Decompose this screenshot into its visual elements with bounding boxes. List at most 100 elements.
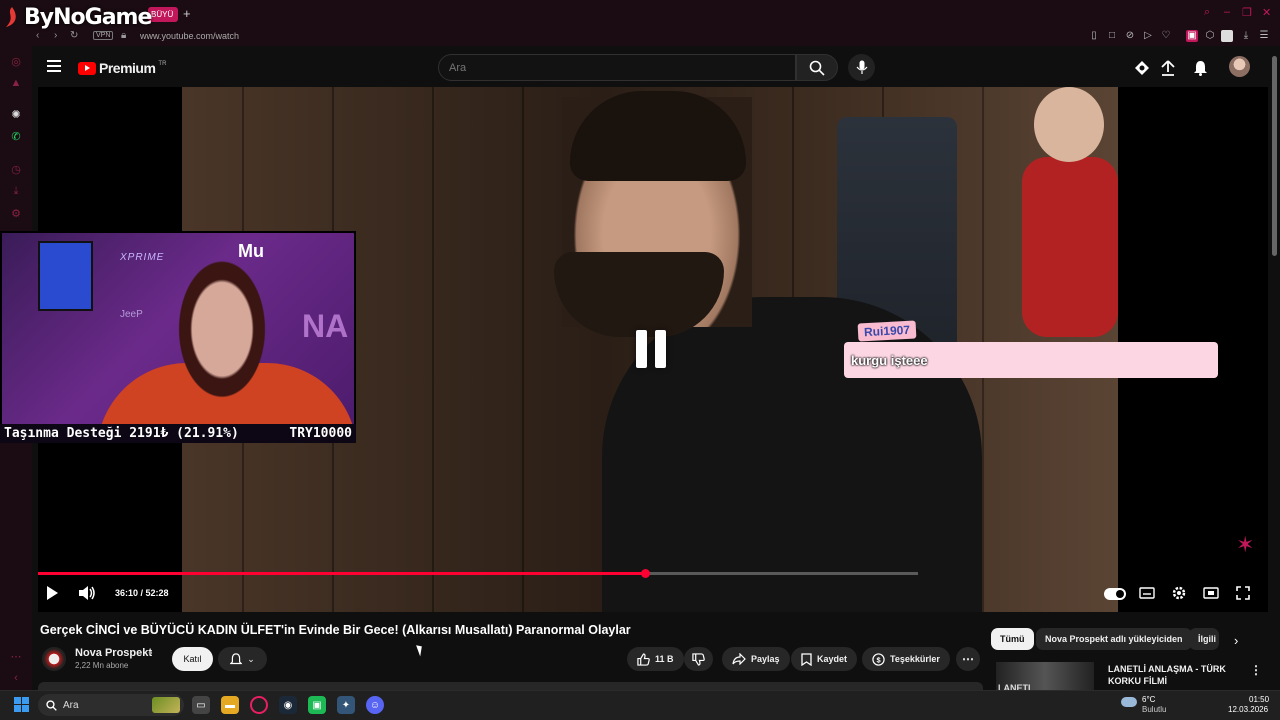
- doll-head: [1034, 87, 1104, 162]
- clock-date[interactable]: 12.03.2026: [1228, 705, 1268, 714]
- region-code: TR: [158, 61, 167, 67]
- theater-mode-icon[interactable]: [1202, 585, 1220, 601]
- search-button[interactable]: [796, 54, 838, 81]
- bookmark-icon[interactable]: ▯: [1088, 30, 1100, 42]
- fullscreen-icon[interactable]: [1234, 585, 1252, 601]
- like-button[interactable]: 11 B: [627, 647, 684, 671]
- search-icon: [809, 60, 825, 76]
- send-icon[interactable]: ▷: [1142, 30, 1154, 42]
- stream-brand-logo: ByNoGame: [0, 0, 160, 34]
- opera-gx-icon[interactable]: [250, 696, 268, 714]
- discord-icon[interactable]: ☺: [366, 696, 384, 714]
- cloud-icon: [1121, 697, 1137, 707]
- donation-goal-bar: Taşınma Desteği 2191₺ (21.91%) TRY10000: [0, 424, 356, 443]
- adblock-icon[interactable]: ⊘: [1124, 30, 1136, 42]
- donation-label: Taşınma Desteği 2191₺ (21.91%): [4, 426, 239, 441]
- chevron-down-icon: ⌄: [247, 653, 255, 664]
- download-icon[interactable]: ⤓: [1240, 30, 1252, 42]
- recommendation-title[interactable]: LANETLİ ANLAŞMA - TÜRK KORKU FİLMİ: [1108, 663, 1228, 687]
- app-icon[interactable]: ▣: [308, 696, 326, 714]
- search-icon[interactable]: ⌕: [1204, 6, 1210, 19]
- avatar[interactable]: [1229, 56, 1250, 77]
- description-box[interactable]: [38, 682, 983, 690]
- chip-all[interactable]: Tümü: [991, 628, 1034, 650]
- search-icon: [46, 699, 57, 711]
- search-input[interactable]: [438, 54, 796, 81]
- close-icon[interactable]: ✕: [1262, 6, 1271, 19]
- taskbar-search-label: Ara: [63, 699, 79, 711]
- dislike-button[interactable]: [684, 647, 713, 671]
- thanks-button[interactable]: $ Teşekkürler: [862, 647, 950, 671]
- thumbs-up-icon: [637, 652, 650, 666]
- settings-icon[interactable]: ⚙: [9, 207, 23, 221]
- notifications-bell-icon[interactable]: [1191, 59, 1209, 77]
- doll-figure: [1022, 157, 1118, 337]
- file-explorer-icon[interactable]: ▬: [221, 696, 239, 714]
- minimize-icon[interactable]: –: [1224, 6, 1230, 18]
- extension-active-icon[interactable]: ▣: [1186, 30, 1198, 42]
- more-actions-button[interactable]: ⋯: [956, 647, 980, 671]
- chevron-right-icon[interactable]: ›: [1234, 633, 1238, 648]
- voice-search-button[interactable]: [848, 54, 875, 81]
- clock-time[interactable]: 01:50: [1249, 695, 1269, 704]
- bookmark-icon: [801, 652, 812, 666]
- subtitles-icon[interactable]: [1138, 585, 1156, 601]
- snapshot-icon[interactable]: □: [1106, 30, 1118, 42]
- settings-gear-icon[interactable]: [1170, 585, 1188, 601]
- poster-image: [38, 241, 93, 311]
- search-highlight-image: [152, 697, 180, 713]
- rail-games-icon[interactable]: ▲: [9, 77, 23, 91]
- maximize-icon[interactable]: ❐: [1242, 6, 1252, 19]
- channel-avatar[interactable]: [42, 647, 66, 671]
- windows-start-icon[interactable]: [14, 697, 29, 712]
- volume-icon[interactable]: [78, 585, 96, 601]
- chip-from-uploader[interactable]: Nova Prospekt adlı yükleyiciden: [1036, 628, 1192, 650]
- kebab-menu-icon[interactable]: ⋮: [1250, 663, 1262, 677]
- history-icon[interactable]: ◷: [9, 163, 23, 177]
- save-button[interactable]: Kaydet: [791, 647, 858, 671]
- rail-collapse-icon[interactable]: ‹: [9, 672, 23, 686]
- channel-name[interactable]: Nova Prospekt: [75, 647, 152, 659]
- taskbar-search[interactable]: Ara: [38, 694, 184, 716]
- chat-username: Rui1907: [857, 320, 917, 342]
- create-icon[interactable]: [1133, 59, 1151, 77]
- browser-profile-icon[interactable]: [1221, 30, 1233, 42]
- share-icon: [732, 653, 746, 665]
- scrollbar-thumb[interactable]: [1272, 56, 1277, 256]
- like-count: 11 B: [655, 654, 674, 664]
- menu-icon[interactable]: ☰: [1258, 30, 1270, 42]
- youtube-logo[interactable]: Premium TR: [78, 60, 166, 76]
- guide-menu-icon[interactable]: [47, 60, 61, 72]
- rail-home-icon[interactable]: ◎: [9, 55, 23, 69]
- task-view-icon[interactable]: ▭: [192, 696, 210, 714]
- progress-played[interactable]: [38, 572, 645, 575]
- extensions-icon[interactable]: ⬡: [1204, 30, 1216, 42]
- upload-icon[interactable]: [1159, 59, 1177, 77]
- steam-icon[interactable]: ◉: [279, 696, 297, 714]
- weather-temperature[interactable]: 6°C: [1142, 695, 1155, 704]
- chatgpt-icon[interactable]: ✺: [9, 108, 23, 122]
- whatsapp-icon[interactable]: ✆: [9, 130, 23, 144]
- join-button[interactable]: Katıl: [172, 647, 213, 671]
- weather-description[interactable]: Bulutlu: [1142, 705, 1166, 714]
- progress-scrubber[interactable]: [641, 569, 650, 578]
- autoplay-toggle[interactable]: [1104, 588, 1126, 600]
- cam-na-text: NA: [302, 308, 349, 344]
- super-thanks-icon: $: [872, 652, 885, 666]
- subscription-bell-button[interactable]: ⌄: [218, 647, 267, 671]
- share-button[interactable]: Paylaş: [722, 647, 790, 671]
- mouse-cursor: [416, 643, 425, 657]
- rail-more-icon[interactable]: ⋯: [9, 650, 23, 664]
- settings-app-icon[interactable]: ✦: [337, 696, 355, 714]
- streamer-face: [147, 257, 297, 441]
- new-tab-button[interactable]: +: [183, 6, 191, 21]
- svg-text:$: $: [876, 655, 881, 664]
- pause-overlay-icon[interactable]: [636, 330, 666, 368]
- heart-icon[interactable]: ♡: [1160, 30, 1172, 42]
- donation-goal: TRY10000: [289, 426, 352, 441]
- chip-related[interactable]: İlgili: [1189, 628, 1219, 650]
- downloads-icon[interactable]: ⤓: [9, 185, 23, 199]
- bell-icon: [230, 652, 243, 664]
- play-icon[interactable]: [44, 585, 60, 601]
- thanks-label: Teşekkürler: [890, 654, 940, 664]
